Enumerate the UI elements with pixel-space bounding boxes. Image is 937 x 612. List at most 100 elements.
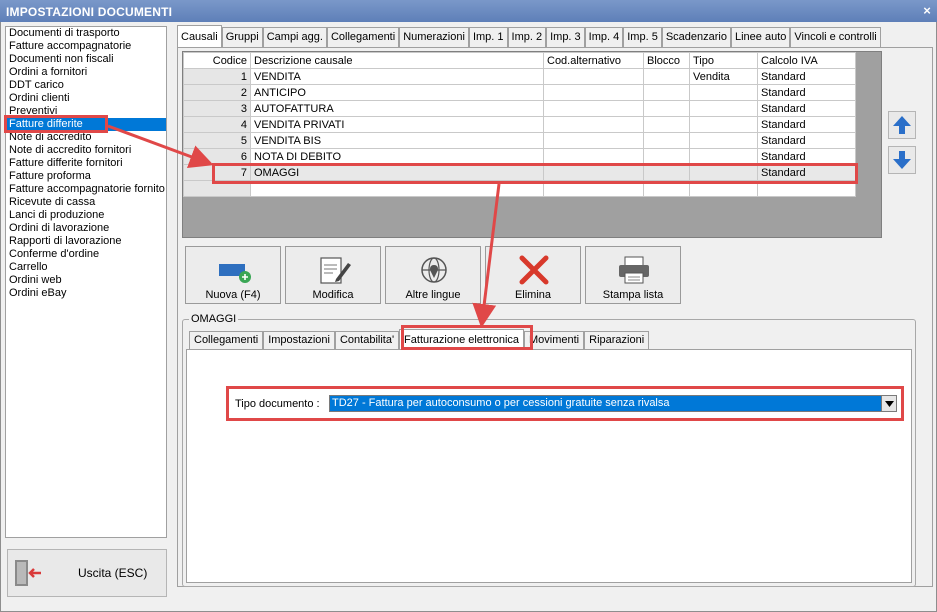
subtab-contabilita[interactable]: Contabilita' xyxy=(334,331,400,349)
tab-gruppi[interactable]: Gruppi xyxy=(221,27,263,47)
column-header[interactable]: Codice xyxy=(183,52,251,69)
list-item[interactable]: Preventivi xyxy=(6,105,166,118)
table-row[interactable]: 1 VENDITA Vendita Standard xyxy=(183,68,856,85)
table-cell[interactable]: 3 xyxy=(183,100,251,117)
table-cell[interactable] xyxy=(543,84,644,101)
table-cell[interactable]: 6 xyxy=(183,148,251,165)
column-header[interactable]: Descrizione causale xyxy=(250,52,544,69)
table-cell[interactable] xyxy=(543,68,644,85)
table-cell[interactable]: Vendita xyxy=(689,68,758,85)
close-icon[interactable]: × xyxy=(923,3,931,18)
table-cell[interactable]: 1 xyxy=(183,68,251,85)
table-cell[interactable] xyxy=(643,132,690,149)
table-cell[interactable] xyxy=(689,132,758,149)
table-cell[interactable]: AUTOFATTURA xyxy=(250,100,544,117)
table-cell[interactable] xyxy=(643,100,690,117)
table-cell[interactable] xyxy=(643,116,690,133)
subtab-movimenti[interactable]: Movimenti xyxy=(524,331,585,349)
document-type-select[interactable]: TD27 - Fattura per autoconsumo o per ces… xyxy=(329,395,897,412)
table-cell[interactable] xyxy=(543,100,644,117)
other-languages-button[interactable]: Altre lingue xyxy=(385,246,481,304)
tab-imp-4[interactable]: Imp. 4 xyxy=(584,27,624,47)
print-list-button[interactable]: Stampa lista xyxy=(585,246,681,304)
list-item[interactable]: Ordini web xyxy=(6,274,166,287)
table-cell[interactable] xyxy=(643,164,690,181)
table-cell[interactable] xyxy=(543,132,644,149)
table-cell[interactable] xyxy=(643,84,690,101)
subtab-riparazioni[interactable]: Riparazioni xyxy=(584,331,650,349)
table-row[interactable]: 4 VENDITA PRIVATI Standard xyxy=(183,116,856,133)
tab-linee-auto[interactable]: Linee auto xyxy=(730,27,791,47)
list-item[interactable]: Fatture accompagnatorie fornito xyxy=(6,183,166,196)
table-cell[interactable] xyxy=(689,164,758,181)
table-cell[interactable]: OMAGGI xyxy=(250,164,544,181)
document-type-list[interactable]: Documenti di trasporto Fatture accompagna… xyxy=(5,26,167,538)
new-button[interactable]: Nuova (F4) xyxy=(185,246,281,304)
table-cell[interactable]: Standard xyxy=(757,148,856,165)
subtab-collegamenti[interactable]: Collegamenti xyxy=(189,331,264,349)
table-cell[interactable]: VENDITA xyxy=(250,68,544,85)
list-item[interactable]: Ordini di lavorazione xyxy=(6,222,166,235)
table-row[interactable]: 7 OMAGGI Standard xyxy=(183,164,856,181)
list-item[interactable]: Fatture proforma xyxy=(6,170,166,183)
table-cell[interactable]: Standard xyxy=(757,84,856,101)
table-cell[interactable] xyxy=(689,148,758,165)
table-row[interactable]: 3 AUTOFATTURA Standard xyxy=(183,100,856,117)
list-item[interactable]: Ordini a fornitori xyxy=(6,66,166,79)
table-cell[interactable]: 7 xyxy=(183,164,251,181)
table-cell[interactable] xyxy=(689,100,758,117)
move-down-button[interactable] xyxy=(888,146,916,174)
table-cell[interactable]: Standard xyxy=(757,68,856,85)
exit-button[interactable]: Uscita (ESC) xyxy=(7,549,167,597)
list-item[interactable]: Note di accredito fornitori xyxy=(6,144,166,157)
list-item[interactable]: Ordini clienti xyxy=(6,92,166,105)
table-cell[interactable]: VENDITA BIS xyxy=(250,132,544,149)
table-cell[interactable] xyxy=(543,148,644,165)
causali-grid[interactable]: Codice Descrizione causale Cod.alternativo… xyxy=(182,51,882,238)
tab-collegamenti[interactable]: Collegamenti xyxy=(326,27,400,47)
table-cell[interactable]: Standard xyxy=(757,164,856,181)
table-cell[interactable] xyxy=(543,116,644,133)
subtab-impostazioni[interactable]: Impostazioni xyxy=(263,331,335,349)
list-item[interactable]: Lanci di produzione xyxy=(6,209,166,222)
table-cell[interactable]: 2 xyxy=(183,84,251,101)
list-item[interactable]: Fatture accompagnatorie xyxy=(6,40,166,53)
list-item[interactable]: Documenti non fiscali xyxy=(6,53,166,66)
table-cell[interactable]: ANTICIPO xyxy=(250,84,544,101)
delete-button[interactable]: Elimina xyxy=(485,246,581,304)
tab-imp-3[interactable]: Imp. 3 xyxy=(546,27,585,47)
list-item[interactable]: Ordini eBay xyxy=(6,287,166,300)
column-header[interactable]: Tipo xyxy=(689,52,758,69)
table-cell[interactable] xyxy=(543,164,644,181)
table-row[interactable]: 5 VENDITA BIS Standard xyxy=(183,132,856,149)
list-item[interactable]: Documenti di trasporto xyxy=(6,27,166,40)
table-cell[interactable] xyxy=(643,68,690,85)
column-header[interactable]: Blocco xyxy=(643,52,690,69)
tab-numerazioni[interactable]: Numerazioni xyxy=(399,27,469,47)
table-cell[interactable]: 4 xyxy=(183,116,251,133)
list-item[interactable]: Fatture differite fornitori xyxy=(6,157,166,170)
tab-causali[interactable]: Causali xyxy=(177,25,222,47)
subtab-fatturazione-elettronica[interactable]: Fatturazione elettronica xyxy=(399,329,524,349)
table-cell[interactable]: Standard xyxy=(757,100,856,117)
move-up-button[interactable] xyxy=(888,111,916,139)
tab-imp-5[interactable]: Imp. 5 xyxy=(623,27,662,47)
tab-imp-2[interactable]: Imp. 2 xyxy=(507,27,547,47)
table-cell[interactable]: NOTA DI DEBITO xyxy=(250,148,544,165)
table-cell[interactable]: Standard xyxy=(757,132,856,149)
column-header[interactable]: Calcolo IVA xyxy=(757,52,856,69)
chevron-down-icon[interactable] xyxy=(881,396,896,411)
tab-imp-1[interactable]: Imp. 1 xyxy=(468,27,508,47)
table-cell[interactable] xyxy=(643,148,690,165)
table-cell[interactable]: 5 xyxy=(183,132,251,149)
tab-campi-agg[interactable]: Campi agg. xyxy=(262,27,327,47)
list-item[interactable]: Note di accredito xyxy=(6,131,166,144)
column-header[interactable]: Cod.alternativo xyxy=(543,52,644,69)
edit-button[interactable]: Modifica xyxy=(285,246,381,304)
list-item[interactable]: DDT carico xyxy=(6,79,166,92)
tab-scadenzario[interactable]: Scadenzario xyxy=(661,27,731,47)
table-cell[interactable] xyxy=(689,84,758,101)
table-cell[interactable] xyxy=(689,116,758,133)
list-item[interactable]: Rapporti di lavorazione xyxy=(6,235,166,248)
list-item[interactable]: Conferme d'ordine xyxy=(6,248,166,261)
